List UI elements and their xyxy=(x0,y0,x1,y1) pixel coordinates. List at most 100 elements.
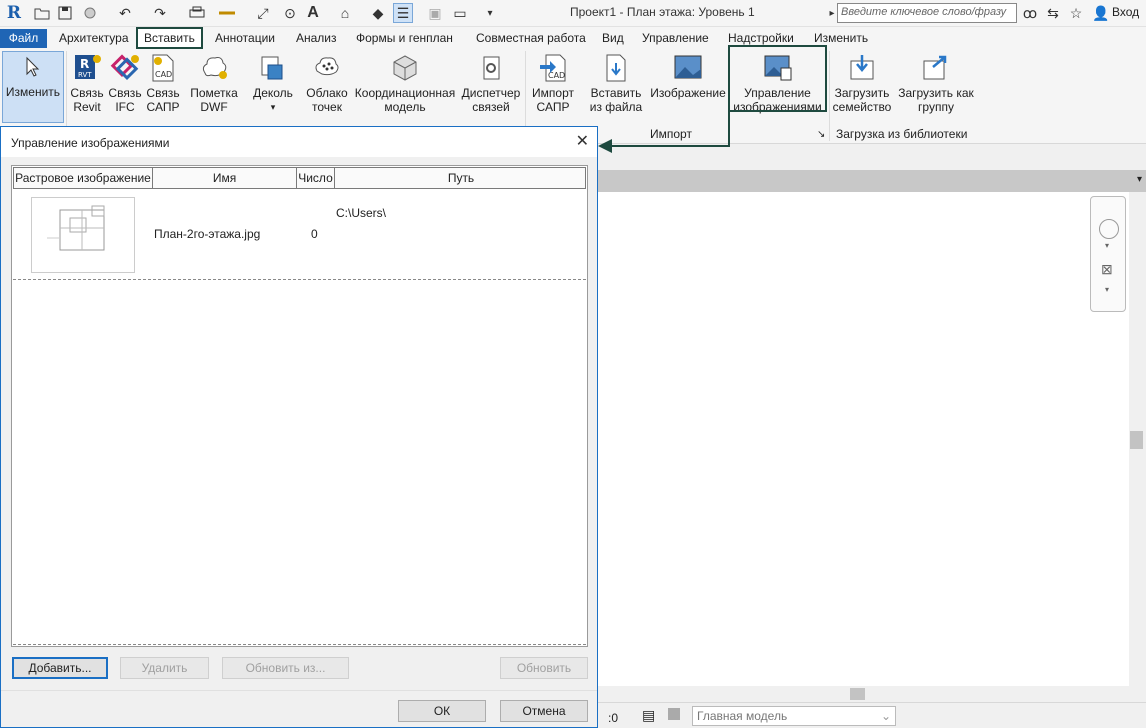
close-icon[interactable]: ✕ xyxy=(576,131,589,151)
tab-file[interactable]: Файл xyxy=(0,29,47,48)
ok-button[interactable]: ОК xyxy=(398,700,486,722)
search-input[interactable]: Введите ключевое слово/фразу xyxy=(837,3,1017,23)
view-dropdown-icon[interactable]: ▾ xyxy=(1137,174,1142,185)
point-cloud-button[interactable]: Облако точек xyxy=(302,53,352,114)
link-cad-label-1: Связь xyxy=(146,86,180,100)
dwf-markup-label-2: DWF xyxy=(200,100,228,114)
panel-load-label: Загрузка из библиотеки xyxy=(836,127,968,141)
link-ifc-label-1: Связь xyxy=(108,86,142,100)
image-path: C:\Users\ xyxy=(336,206,387,220)
link-cad-label-2: САПР xyxy=(146,100,180,114)
aligned-dimension-icon[interactable]: ⤢ xyxy=(253,3,273,23)
zoom-dropdown-icon[interactable]: ▾ xyxy=(1105,285,1109,294)
tab-collaborate[interactable]: Совместная работа xyxy=(476,30,586,48)
tab-analyze[interactable]: Анализ xyxy=(296,30,337,48)
coordination-model-button[interactable]: Координационная модель xyxy=(354,53,456,114)
svg-text:RVT: RVT xyxy=(78,71,92,79)
save-icon[interactable] xyxy=(55,3,75,23)
table-row[interactable]: План-2го-этажа.jpg 0 C:\Users\ xyxy=(13,190,586,280)
qat-dropdown-icon[interactable]: ▾ xyxy=(480,3,500,23)
user-icon[interactable]: 👤 xyxy=(1091,3,1111,23)
insert-file-icon xyxy=(601,53,631,83)
load-family-label-1: Загрузить xyxy=(834,86,890,100)
svg-text:R: R xyxy=(80,57,89,71)
close-hidden-icon[interactable]: ▣ xyxy=(425,3,445,23)
tab-architecture[interactable]: Архитектура xyxy=(59,30,129,48)
tab-annotate[interactable]: Аннотации xyxy=(215,30,275,48)
window-title: Проект1 - План этажа: Уровень 1 xyxy=(570,5,755,19)
worksets-icon[interactable]: ▤ xyxy=(642,707,655,724)
modify-button[interactable]: Изменить xyxy=(2,51,64,123)
cad-link-icon: CAD xyxy=(148,53,178,83)
binoculars-icon[interactable]: ꝏ xyxy=(1020,3,1040,23)
point-cloud-label-2: точек xyxy=(312,100,342,114)
dialog-title-text: Управление изображениями xyxy=(11,136,170,150)
tab-view[interactable]: Вид xyxy=(602,30,624,48)
section-icon[interactable]: ◆ xyxy=(368,3,388,23)
link-ifc-label-2: IFC xyxy=(115,100,135,114)
panel-expand-icon[interactable]: ↘ xyxy=(817,129,825,140)
insert-from-file-button[interactable]: Вставить из файла xyxy=(586,53,646,114)
tab-insert[interactable]: Вставить xyxy=(136,27,203,49)
switch-windows-icon[interactable]: ▭ xyxy=(450,3,470,23)
manage-links-button[interactable]: Диспетчер связей xyxy=(460,53,522,114)
dialog-title: Управление изображениями xyxy=(1,127,597,157)
login-link[interactable]: Вход xyxy=(1112,5,1139,19)
thin-lines-icon[interactable]: ☰ xyxy=(393,3,413,23)
drawing-canvas[interactable] xyxy=(598,192,1146,686)
column-raster-image[interactable]: Растровое изображение xyxy=(14,168,153,188)
image-name: План-2го-этажа.jpg xyxy=(154,227,261,241)
load-family-icon xyxy=(847,53,877,83)
text-icon[interactable]: A xyxy=(303,3,323,23)
cancel-button[interactable]: Отмена xyxy=(500,700,588,722)
steering-wheel-icon[interactable] xyxy=(1099,219,1119,239)
manage-links-label-1: Диспетчер xyxy=(461,86,521,100)
sync-icon[interactable] xyxy=(80,3,100,23)
image-label: Изображение xyxy=(650,86,726,100)
decal-button[interactable]: Деколь ▾ xyxy=(248,53,298,114)
star-icon[interactable]: ☆ xyxy=(1066,3,1086,23)
insert-file-label-1: Вставить xyxy=(590,86,642,100)
image-icon xyxy=(673,53,703,83)
column-name[interactable]: Имя xyxy=(153,168,297,188)
tab-manage[interactable]: Управление xyxy=(642,30,709,48)
active-model-select[interactable]: Главная модель ⌄ xyxy=(692,706,896,726)
manage-links-icon xyxy=(476,53,506,83)
print-icon[interactable] xyxy=(187,3,207,23)
update-button[interactable]: Обновить xyxy=(500,657,588,679)
manage-links-label-2: связей xyxy=(472,100,510,114)
load-as-group-button[interactable]: Загрузить как группу xyxy=(896,53,976,114)
image-button[interactable]: Изображение xyxy=(648,53,728,100)
dwf-markup-button[interactable]: Пометка DWF xyxy=(186,53,242,114)
add-button[interactable]: Добавить... xyxy=(12,657,108,679)
horizontal-scroll-thumb[interactable] xyxy=(850,688,865,700)
decal-dropdown-icon[interactable]: ▾ xyxy=(271,100,276,114)
zoom-icon[interactable]: ⊠ xyxy=(1101,261,1113,278)
column-path[interactable]: Путь xyxy=(335,168,587,188)
design-options-icon[interactable] xyxy=(668,708,680,720)
load-family-button[interactable]: Загрузить семейство xyxy=(832,53,892,114)
wheel-dropdown-icon[interactable]: ▾ xyxy=(1105,241,1109,250)
import-cad-button[interactable]: CAD Импорт САПР xyxy=(528,53,578,114)
link-ifc-button[interactable]: Связь IFC xyxy=(106,53,144,114)
undo-icon[interactable]: ↶ xyxy=(115,3,135,23)
horizontal-scrollbar[interactable] xyxy=(598,686,1146,702)
link-revit-button[interactable]: RVT R Связь Revit xyxy=(68,53,106,114)
link-cad-button[interactable]: CAD Связь САПР xyxy=(144,53,182,114)
load-group-icon xyxy=(921,53,951,83)
revit-logo-icon[interactable]: R xyxy=(4,3,24,23)
tab-massing-site[interactable]: Формы и генплан xyxy=(356,30,453,48)
redo-icon[interactable]: ↷ xyxy=(150,3,170,23)
column-count[interactable]: Число xyxy=(297,168,335,188)
insert-file-label-2: из файла xyxy=(589,100,643,114)
divider xyxy=(829,51,830,141)
tag-icon[interactable]: ⊙ xyxy=(280,3,300,23)
3d-view-icon[interactable]: ⌂ xyxy=(335,3,355,23)
delete-button[interactable]: Удалить xyxy=(120,657,209,679)
load-family-label-2: семейство xyxy=(832,100,892,114)
update-from-button[interactable]: Обновить из... xyxy=(222,657,349,679)
subscription-icon[interactable]: ⇆ xyxy=(1043,3,1063,23)
vertical-scroll-thumb[interactable] xyxy=(1130,431,1143,449)
open-icon[interactable] xyxy=(32,3,52,23)
measure-icon[interactable] xyxy=(217,3,237,23)
